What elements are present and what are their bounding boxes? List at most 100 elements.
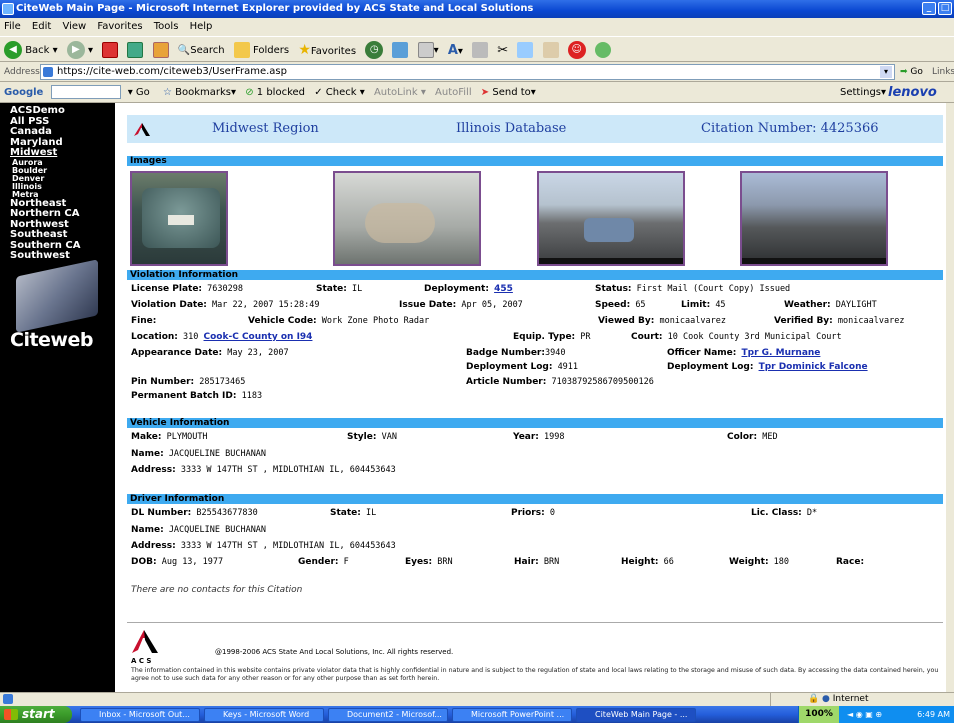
color-field: Color: MED bbox=[727, 432, 778, 442]
favorites-button[interactable]: ★Favorites bbox=[298, 37, 356, 65]
evidence-photo-2[interactable] bbox=[333, 171, 481, 266]
send-to-button[interactable]: ➤ Send to▾ bbox=[481, 87, 536, 98]
back-arrow-icon: ◀ bbox=[4, 41, 22, 59]
hair-field: Hair: BRN bbox=[514, 557, 560, 567]
maximize-button[interactable]: □ bbox=[938, 2, 952, 15]
officer-link[interactable]: Tpr G. Murnane bbox=[742, 348, 821, 358]
ie-icon bbox=[2, 3, 14, 15]
taskbar-item-word-keys[interactable]: Keys - Microsoft Word bbox=[204, 708, 324, 722]
window-title-bar[interactable]: CiteWeb Main Page - Microsoft Internet E… bbox=[0, 0, 954, 18]
scissors-icon: ✂ bbox=[497, 42, 509, 58]
google-search-input[interactable] bbox=[50, 85, 121, 99]
media-button[interactable] bbox=[392, 38, 409, 64]
menu-tools[interactable]: Tools bbox=[154, 21, 179, 32]
autolink-button[interactable]: AutoLink ▾ bbox=[374, 87, 426, 98]
clock[interactable]: 6:49 AM bbox=[917, 706, 950, 723]
evidence-photo-3[interactable] bbox=[537, 171, 685, 266]
folder-icon bbox=[233, 42, 250, 58]
print-icon bbox=[472, 42, 489, 58]
menu-help[interactable]: Help bbox=[190, 21, 213, 32]
keyboard-graphic bbox=[16, 259, 98, 333]
evidence-photo-4[interactable] bbox=[740, 171, 888, 266]
sidebar-item-northern-ca[interactable]: Northern CA bbox=[0, 208, 115, 220]
vertical-scrollbar[interactable] bbox=[946, 103, 954, 692]
stop-button[interactable] bbox=[102, 38, 119, 64]
bookmarks-button[interactable]: ☆ Bookmarks▾ bbox=[163, 87, 236, 98]
dl-number-field: DL Number: B25543677830 bbox=[131, 508, 258, 518]
paste-icon bbox=[542, 42, 559, 58]
google-go-button[interactable]: ▾ Go bbox=[128, 87, 150, 98]
forward-button[interactable]: ▶ ▾ bbox=[66, 38, 93, 64]
popup-blocked-button[interactable]: ⊘ 1 blocked bbox=[245, 87, 305, 98]
refresh-icon bbox=[127, 42, 144, 58]
paste-button[interactable] bbox=[542, 38, 559, 64]
google-toolbar: Google ▾ Go ☆ Bookmarks▾ ⊘ 1 blocked ✓ C… bbox=[0, 82, 954, 103]
home-icon bbox=[152, 42, 169, 58]
sidebar-item-southeast[interactable]: Southeast bbox=[0, 229, 115, 241]
location-link[interactable]: Cook-C County on I94 bbox=[204, 332, 313, 342]
sidebar-item-midwest[interactable]: Midwest bbox=[0, 147, 115, 159]
people-button[interactable] bbox=[594, 38, 611, 64]
history-button[interactable]: ◷ bbox=[365, 38, 384, 64]
media-icon bbox=[392, 42, 409, 58]
minimize-button[interactable]: _ bbox=[922, 2, 936, 15]
zoom-indicator[interactable]: 100% bbox=[799, 706, 839, 723]
taskbar: start Inbox - Microsoft Out... Keys - Mi… bbox=[0, 706, 954, 723]
dropdown-arrow-icon[interactable]: ▾ bbox=[880, 66, 892, 78]
sidebar-item-acsdemo[interactable]: ACSDemo bbox=[0, 105, 115, 117]
deployment-officer-link[interactable]: Tpr Dominick Falcone bbox=[759, 362, 868, 372]
messenger-button[interactable]: ☺ bbox=[567, 38, 586, 64]
lock-icon: 🔒 bbox=[808, 694, 820, 704]
weight-field: Weight: 180 bbox=[729, 557, 790, 567]
back-button[interactable]: ◀ Back ▾ bbox=[4, 38, 58, 64]
taskbar-item-citeweb[interactable]: CiteWeb Main Page - ... bbox=[576, 708, 696, 722]
pin-number-field: Pin Number: 285173465 bbox=[131, 377, 246, 387]
menu-file[interactable]: File bbox=[4, 21, 21, 32]
spellcheck-button[interactable]: ✓ Check ▾ bbox=[314, 87, 365, 98]
sidebar-item-canada[interactable]: Canada bbox=[0, 126, 115, 138]
internet-zone: ● Internet bbox=[822, 694, 869, 704]
settings-button[interactable]: Settings▾ bbox=[840, 82, 886, 103]
font-button[interactable]: A▾ bbox=[448, 38, 463, 65]
address-input[interactable]: https://cite-web.com/citeweb3/UserFrame.… bbox=[40, 64, 895, 80]
copy-button[interactable] bbox=[517, 38, 534, 64]
menu-edit[interactable]: Edit bbox=[32, 21, 51, 32]
mail-button[interactable]: ▾ bbox=[417, 38, 439, 64]
fine-field: Fine: bbox=[131, 316, 157, 326]
gender-field: Gender: F bbox=[298, 557, 349, 567]
sidebar-item-southwest[interactable]: Southwest bbox=[0, 250, 115, 262]
home-button[interactable] bbox=[152, 38, 169, 64]
taskbar-item-outlook[interactable]: Inbox - Microsoft Out... bbox=[80, 708, 200, 722]
driver-name-field: Name: JACQUELINE BUCHANAN bbox=[131, 525, 267, 535]
menu-favorites[interactable]: Favorites bbox=[97, 21, 142, 32]
evidence-photo-1[interactable] bbox=[130, 171, 228, 266]
google-brand[interactable]: Google bbox=[4, 87, 43, 98]
acs-logo-icon bbox=[134, 123, 150, 136]
address-bar: Address https://cite-web.com/citeweb3/Us… bbox=[0, 62, 954, 82]
folders-button[interactable]: Folders bbox=[233, 38, 289, 64]
cut-button[interactable]: ✂ bbox=[497, 38, 508, 65]
print-button[interactable] bbox=[472, 38, 489, 64]
database-title: Illinois Database bbox=[456, 121, 567, 136]
region-sidebar: ACSDemo All PSS Canada Maryland Midwest … bbox=[0, 103, 115, 692]
taskbar-item-word-document2[interactable]: Document2 - Microsof... bbox=[328, 708, 448, 722]
go-button[interactable]: ➡ Go bbox=[900, 62, 923, 82]
batch-id-field: Permanent Batch ID: 1183 bbox=[131, 391, 263, 401]
standard-toolbar: ◀ Back ▾ ▶ ▾ 🔍Search Folders ★Favorites … bbox=[0, 36, 954, 62]
menu-view[interactable]: View bbox=[62, 21, 86, 32]
dob-field: DOB: Aug 13, 1977 bbox=[131, 557, 224, 567]
tray-icons[interactable]: ◄ ◉ ▣ ⊕ bbox=[847, 706, 882, 723]
refresh-button[interactable] bbox=[127, 38, 144, 64]
driver-state-field: State: IL bbox=[330, 508, 377, 518]
forward-arrow-icon: ▶ bbox=[66, 41, 85, 59]
search-button[interactable]: 🔍Search bbox=[178, 38, 225, 64]
owner-name-field: Name: JACQUELINE BUCHANAN bbox=[131, 449, 267, 459]
deployment-link[interactable]: 455 bbox=[494, 284, 513, 294]
links-button[interactable]: Links bbox=[932, 62, 954, 82]
taskbar-item-powerpoint[interactable]: Microsoft PowerPoint ... bbox=[452, 708, 572, 722]
start-button[interactable]: start bbox=[0, 706, 72, 723]
messenger-icon: ☺ bbox=[567, 41, 586, 59]
copy-icon bbox=[517, 42, 534, 58]
send-icon: ➤ bbox=[480, 87, 490, 98]
autofill-button[interactable]: AutoFill bbox=[435, 87, 472, 98]
